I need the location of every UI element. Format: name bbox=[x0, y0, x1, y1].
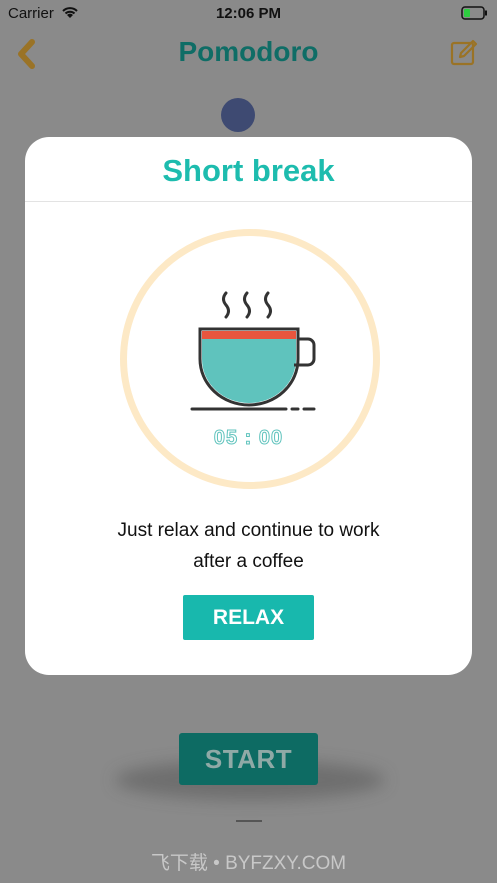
start-button[interactable]: START bbox=[179, 733, 318, 785]
battery-icon bbox=[461, 6, 487, 20]
divider-line bbox=[236, 820, 262, 822]
watermark: 飞下载 • BYFZXY.COM bbox=[150, 853, 347, 874]
dialog-message: Just relax and continue to work after a … bbox=[25, 515, 472, 577]
message-line-1: Just relax and continue to work bbox=[117, 520, 380, 541]
short-break-dialog: Short break 05 : 00 Just relax and conti… bbox=[25, 137, 472, 675]
dialog-divider bbox=[25, 201, 472, 202]
status-bar: Carrier 12:06 PM bbox=[0, 0, 497, 26]
edit-icon[interactable] bbox=[449, 38, 479, 68]
progress-dot bbox=[221, 98, 255, 132]
navbar: Pomodoro bbox=[0, 30, 497, 76]
status-time: 12:06 PM bbox=[215, 5, 282, 22]
page-title: Pomodoro bbox=[178, 36, 319, 67]
break-timer: 05 : 00 bbox=[213, 427, 284, 450]
relax-button[interactable]: RELAX bbox=[183, 595, 314, 640]
dialog-title: Short break bbox=[162, 153, 335, 188]
message-line-2: after a coffee bbox=[193, 551, 304, 572]
coffee-cup-icon bbox=[190, 291, 316, 411]
